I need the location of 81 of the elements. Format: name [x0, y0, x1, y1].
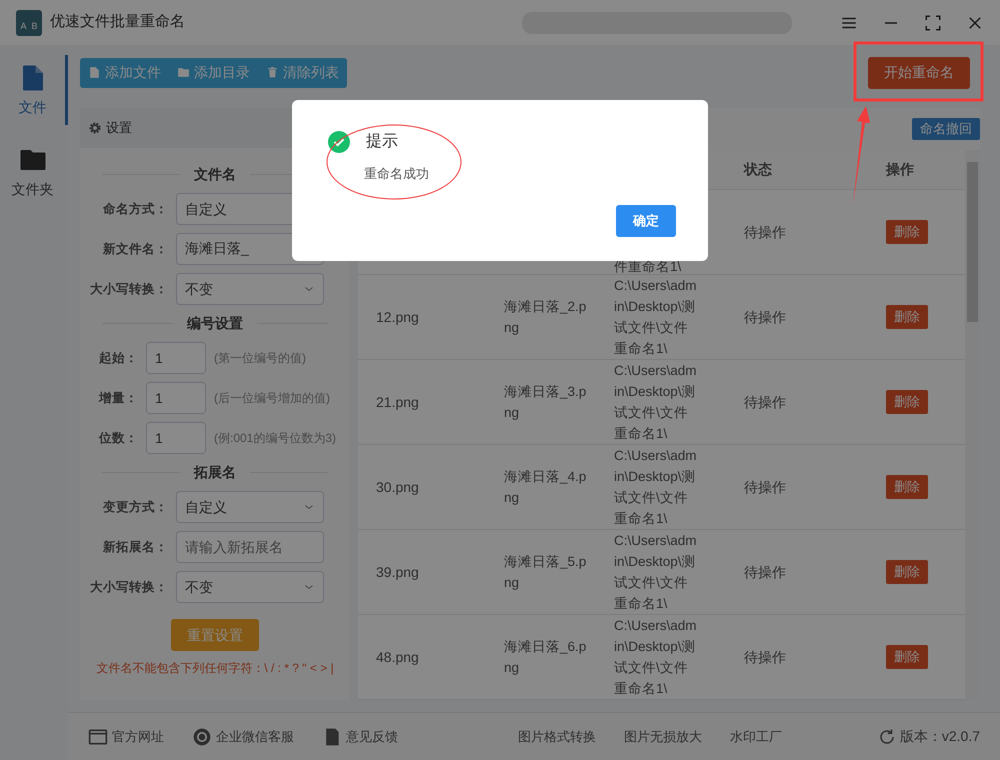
footer-link[interactable]: 图片无损放大	[624, 726, 702, 746]
table-cell-text: C:\Users\admin\Desktop\测试文件\文件重命名1\	[614, 532, 698, 613]
footer-link[interactable]: 水印工厂	[730, 726, 782, 746]
table-cell: 39.png	[376, 564, 419, 580]
confirm-button[interactable]: 确定	[616, 205, 676, 237]
table-cell: 待操作	[744, 564, 786, 580]
field-label: 起始：	[98, 350, 138, 367]
table-cell: 30.png	[376, 478, 419, 494]
toolbar-button[interactable]: 清除列表	[258, 58, 347, 88]
refresh-icon	[878, 728, 896, 746]
delete-button[interactable]: 删除	[886, 305, 928, 329]
file-icon	[88, 66, 101, 79]
check-icon	[328, 131, 350, 153]
field-hint: (第一位编号的值)	[214, 350, 306, 367]
undo-rename-button[interactable]: 命名撤回	[912, 118, 980, 140]
column-header: 操作	[886, 161, 914, 177]
web-icon	[88, 726, 108, 746]
settings-title: 设置	[106, 119, 132, 138]
number-field[interactable]: 1	[146, 422, 206, 454]
table-cell: 待操作	[744, 224, 786, 240]
field-label: 大小写转换：	[89, 578, 168, 596]
section-title: 文件名	[194, 165, 236, 184]
table-cell: 待操作	[744, 394, 786, 410]
toolbar-button[interactable]: 添加文件	[80, 58, 169, 88]
delete-button[interactable]: 删除	[886, 390, 928, 414]
version-label: 版本：v2.0.7	[878, 726, 980, 747]
table-cell: 21.png	[376, 394, 419, 410]
field-hint: (后一位编号增加的值)	[214, 390, 330, 407]
warning-text: 文件名不能包含下列任何字符：\ / : * ? " < > |	[96, 660, 334, 677]
sidebar-tab[interactable]: 文件夹	[0, 137, 68, 207]
table-cell-text: C:\Users\admin\Desktop\测试文件\文件重命名1\	[614, 362, 698, 443]
table-cell: 48.png	[376, 648, 419, 664]
folder-icon	[177, 66, 190, 79]
gear-icon	[88, 121, 102, 135]
table-cell-text: 海滩日落_6.png	[504, 638, 588, 677]
section-title: 拓展名	[194, 463, 236, 482]
field-label: 增量：	[98, 390, 138, 407]
maximize-icon[interactable]	[924, 14, 942, 32]
table-cell: 12.png	[376, 308, 419, 324]
table-cell-text: 海滩日落_2.png	[504, 298, 588, 337]
sidebar-tab[interactable]: 文件	[0, 55, 68, 125]
section-title: 编号设置	[187, 314, 243, 333]
table-cell-text: 海滩日落_4.png	[504, 468, 588, 507]
footer-link[interactable]: 企业微信客服	[192, 726, 294, 746]
delete-button[interactable]: 删除	[886, 220, 928, 244]
select-field[interactable]: 自定义	[176, 491, 324, 523]
select-field[interactable]: 不变	[176, 571, 324, 603]
field-label: 大小写转换：	[89, 280, 168, 298]
table-cell: 待操作	[744, 648, 786, 664]
number-field[interactable]: 1	[146, 342, 206, 374]
select-field[interactable]: 不变	[176, 273, 324, 305]
chat-icon	[192, 726, 212, 746]
field-label: 命名方式：	[102, 200, 168, 218]
delete-button[interactable]: 删除	[886, 645, 928, 669]
table-cell-text: C:\Users\admin\Desktop\测试文件\文件重命名1\	[614, 447, 698, 528]
table-cell: 待操作	[744, 478, 786, 494]
text-field[interactable]: 请输入新拓展名	[176, 531, 324, 563]
dialog-message: 重命名成功	[364, 165, 430, 183]
field-label: 变更方式：	[102, 498, 168, 516]
table-cell-text: 海滩日落_3.png	[504, 383, 588, 422]
field-label: 新拓展名：	[102, 538, 168, 556]
field-label: 位数：	[98, 430, 138, 447]
delete-button[interactable]: 删除	[886, 560, 928, 584]
dialog-title: 提示	[366, 132, 398, 152]
footer-link[interactable]: 图片格式转换	[518, 726, 596, 746]
trash-icon	[266, 66, 279, 79]
start-rename-button[interactable]: 开始重命名	[868, 56, 970, 88]
table-cell-text: C:\Users\admin\Desktop\测试文件\文件重命名1\	[614, 277, 698, 358]
footer-link[interactable]: 意见反馈	[322, 726, 398, 746]
table-cell-text: 海滩日落_5.png	[504, 553, 588, 592]
toolbar-button[interactable]: 添加目录	[169, 58, 258, 88]
app-logo: A B	[16, 10, 42, 36]
table-cell-text: C:\Users\admin\Desktop\测试文件\文件重命名1\	[614, 617, 698, 698]
field-hint: (例:001的编号位数为3)	[214, 430, 336, 447]
field-label: 新文件名：	[102, 240, 168, 258]
table-cell: 待操作	[744, 308, 786, 324]
window-title: 优速文件批量重命名	[50, 12, 186, 32]
delete-button[interactable]: 删除	[886, 475, 928, 499]
footer-link[interactable]: 官方网址	[88, 726, 164, 746]
column-header: 状态	[744, 161, 772, 177]
number-field[interactable]: 1	[146, 382, 206, 414]
